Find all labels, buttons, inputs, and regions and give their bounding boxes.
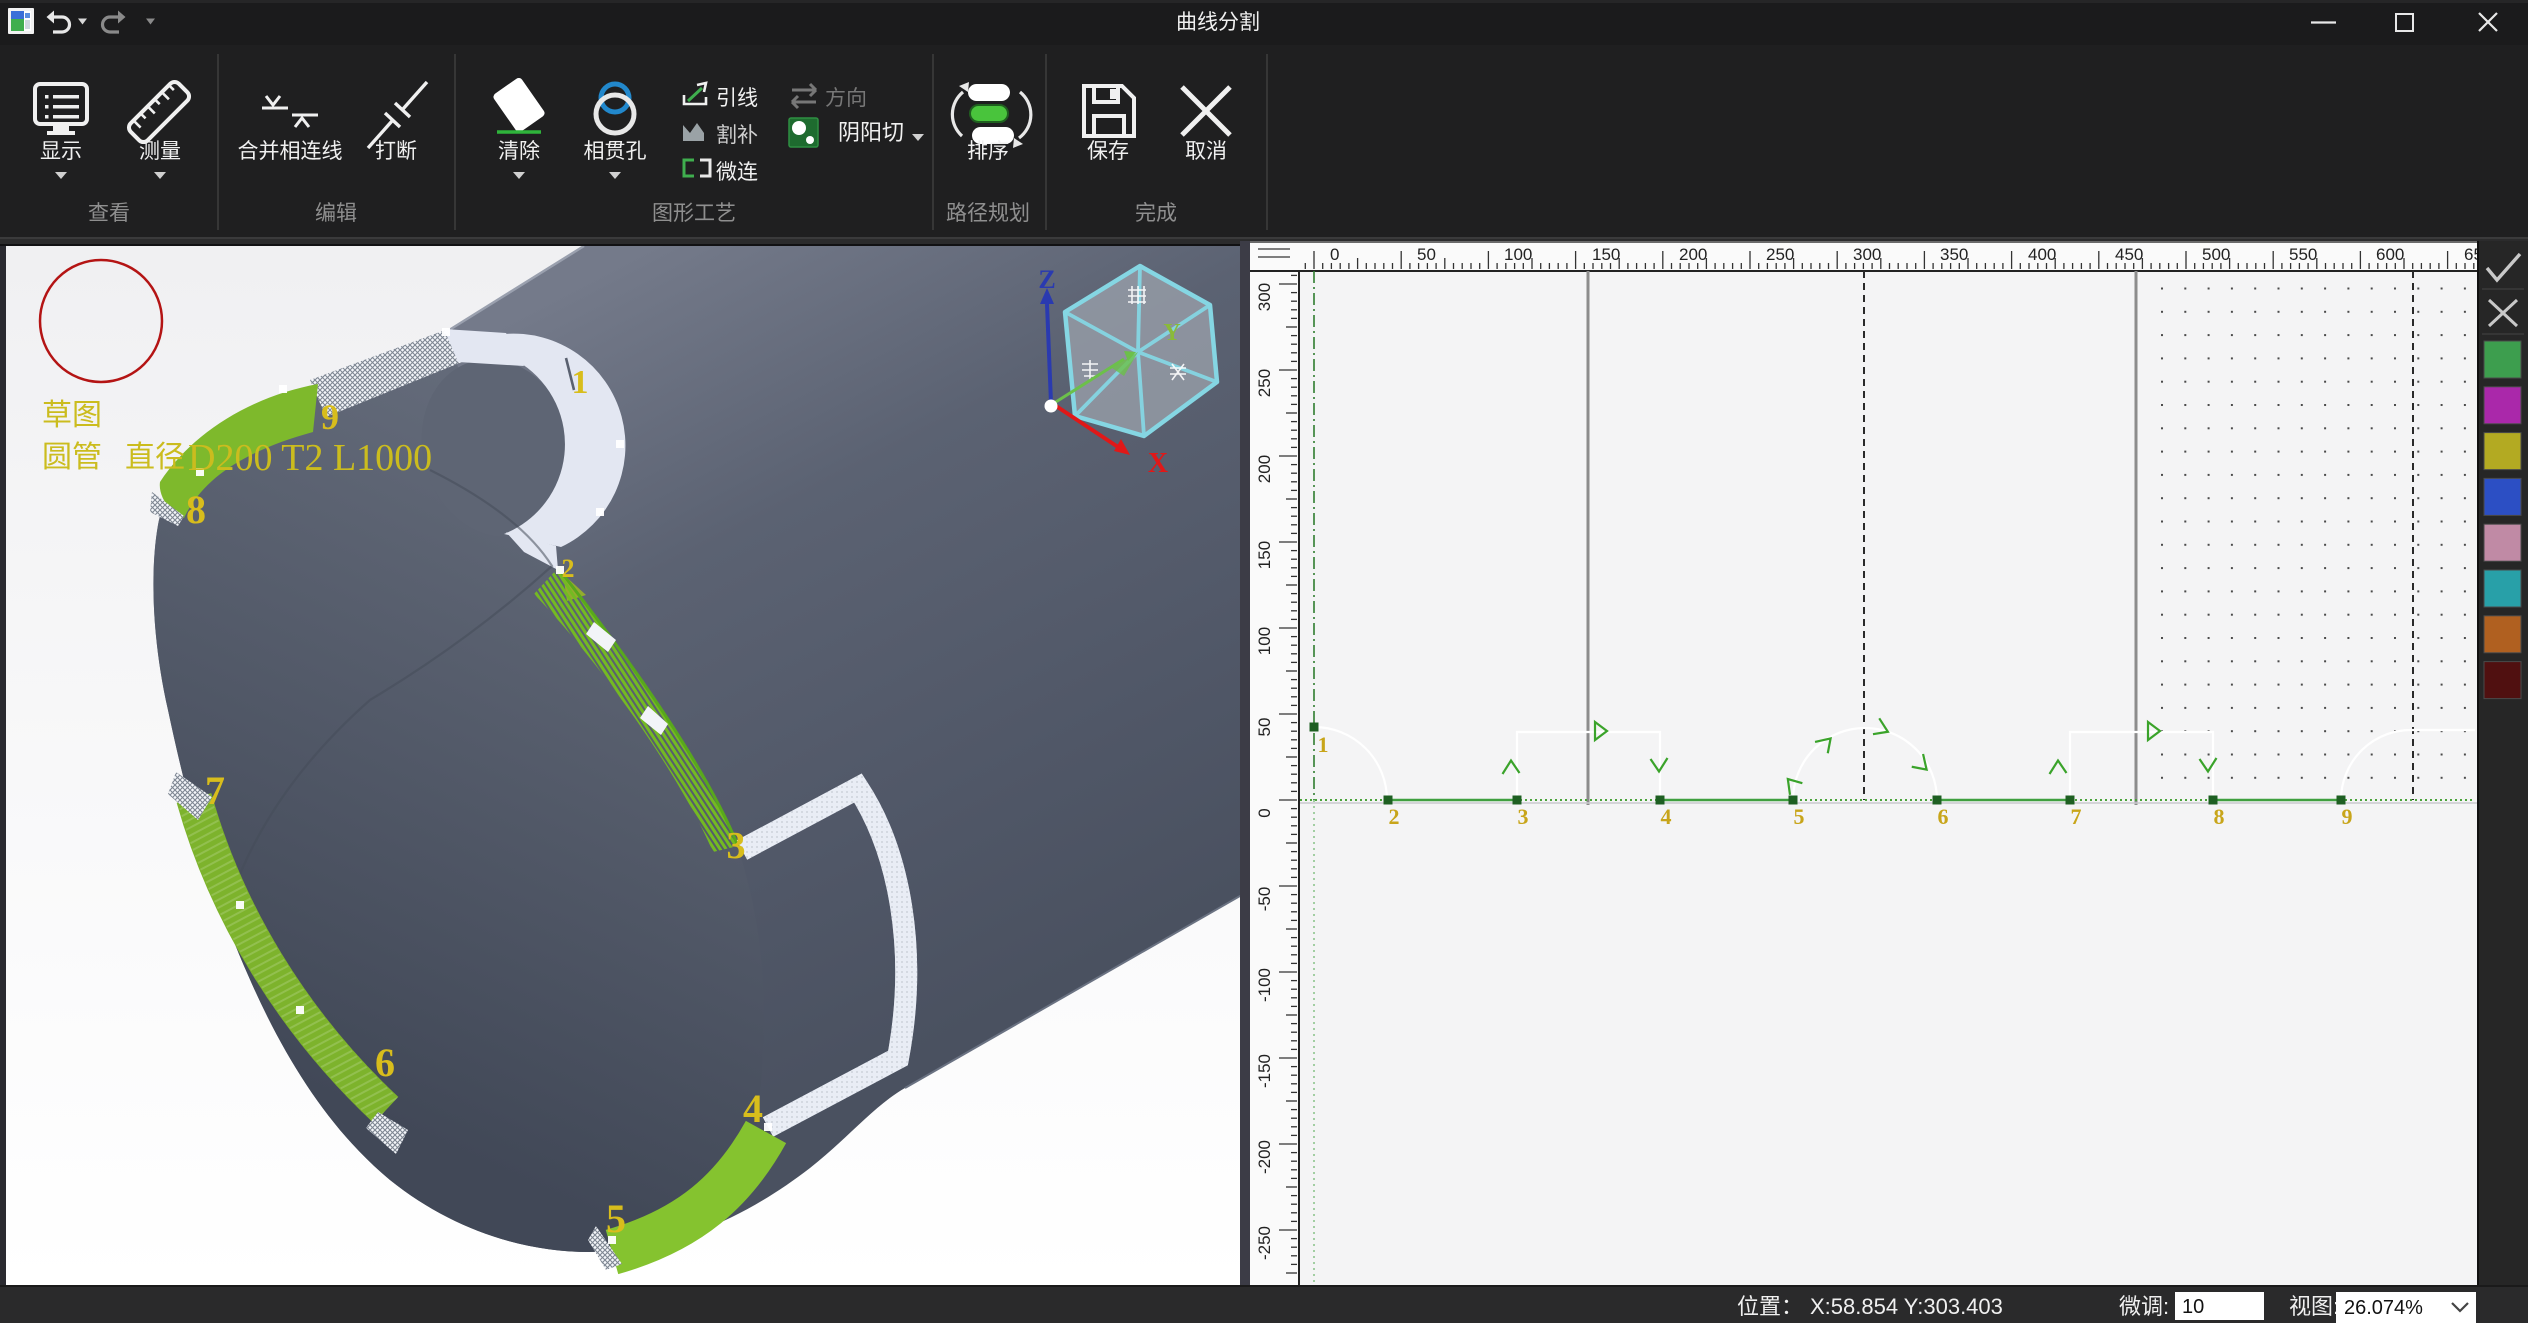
svg-text:测量: 测量: [139, 140, 181, 163]
svg-text:D200 T2 L1000: D200 T2 L1000: [188, 437, 432, 479]
svg-text:保存: 保存: [1087, 140, 1129, 163]
svg-text:X:58.854 Y:303.403: X:58.854 Y:303.403: [1810, 1294, 2003, 1319]
svg-text:150: 150: [1255, 541, 1274, 569]
svg-text:Y: Y: [1163, 320, 1180, 346]
svg-text:草图: 草图: [42, 399, 102, 432]
svg-text:250: 250: [1255, 369, 1274, 397]
svg-text:-50: -50: [1255, 887, 1274, 912]
svg-text:5: 5: [606, 1196, 626, 1241]
svg-text:7: 7: [205, 768, 225, 813]
svg-text:8: 8: [2214, 804, 2225, 829]
svg-text:4: 4: [1661, 804, 1672, 829]
svg-text:5: 5: [1794, 804, 1805, 829]
svg-text:500: 500: [2202, 245, 2230, 264]
svg-text:1: 1: [1318, 732, 1329, 757]
svg-text:2: 2: [562, 554, 575, 583]
svg-text:位置：: 位置：: [1737, 1294, 1803, 1319]
svg-text:9: 9: [2342, 804, 2353, 829]
svg-text:曲线分割: 曲线分割: [1176, 11, 1260, 34]
svg-text:X: X: [1148, 448, 1168, 479]
svg-text:阴阳切: 阴阳切: [838, 120, 904, 145]
svg-text:完成: 完成: [1135, 202, 1177, 225]
svg-text:4: 4: [743, 1086, 763, 1131]
svg-text:200: 200: [1679, 245, 1707, 264]
svg-text:10: 10: [2182, 1296, 2204, 1318]
svg-text:6: 6: [1938, 804, 1949, 829]
svg-text:200: 200: [1255, 455, 1274, 483]
svg-text:3: 3: [1518, 804, 1529, 829]
svg-text:100: 100: [1504, 245, 1532, 264]
svg-text:查看: 查看: [88, 202, 130, 225]
svg-text:50: 50: [1255, 718, 1274, 737]
svg-text:0: 0: [1330, 245, 1339, 264]
svg-text:微连: 微连: [716, 161, 758, 184]
svg-text:路径规划: 路径规划: [946, 202, 1030, 225]
svg-text:50: 50: [1417, 245, 1436, 264]
svg-text:相贯孔: 相贯孔: [584, 140, 647, 163]
svg-text:3: 3: [727, 825, 746, 867]
svg-text:550: 550: [2289, 245, 2317, 264]
svg-text:450: 450: [2115, 245, 2143, 264]
svg-text:-150: -150: [1255, 1054, 1274, 1088]
svg-text:7: 7: [2071, 804, 2082, 829]
svg-text:300: 300: [1853, 245, 1881, 264]
svg-text:编辑: 编辑: [315, 202, 357, 225]
svg-text:直径: 直径: [125, 441, 185, 474]
svg-text:引线: 引线: [716, 87, 758, 110]
svg-text:1: 1: [572, 364, 589, 401]
svg-text:300: 300: [1255, 283, 1274, 311]
svg-text:150: 150: [1592, 245, 1620, 264]
svg-text:26.074%: 26.074%: [2344, 1297, 2423, 1319]
svg-text:显示: 显示: [40, 140, 82, 163]
svg-text:割补: 割补: [716, 124, 758, 147]
svg-text:-200: -200: [1255, 1140, 1274, 1174]
svg-text:Z: Z: [1038, 265, 1055, 294]
svg-text:2: 2: [1389, 804, 1400, 829]
svg-text:350: 350: [1940, 245, 1968, 264]
svg-text:取消: 取消: [1185, 140, 1227, 163]
svg-text:100: 100: [1255, 627, 1274, 655]
svg-text:0: 0: [1255, 808, 1274, 817]
svg-text:图形工艺: 图形工艺: [652, 202, 736, 225]
svg-text:排序: 排序: [967, 140, 1009, 163]
svg-text:400: 400: [2028, 245, 2056, 264]
svg-text:9: 9: [321, 397, 339, 437]
svg-text:合并相连线: 合并相连线: [238, 140, 343, 163]
svg-text:打断: 打断: [375, 140, 417, 163]
svg-text:600: 600: [2376, 245, 2404, 264]
svg-text:250: 250: [1766, 245, 1794, 264]
svg-text:方向: 方向: [825, 87, 867, 110]
svg-text:-250: -250: [1255, 1226, 1274, 1260]
svg-text:视图:: 视图:: [2289, 1294, 2339, 1319]
svg-text:清除: 清除: [498, 140, 540, 163]
svg-text:-100: -100: [1255, 968, 1274, 1002]
svg-text:6: 6: [375, 1040, 395, 1085]
svg-text:圆管: 圆管: [42, 441, 102, 474]
svg-text:微调:: 微调:: [2119, 1294, 2169, 1319]
svg-text:8: 8: [186, 487, 206, 532]
